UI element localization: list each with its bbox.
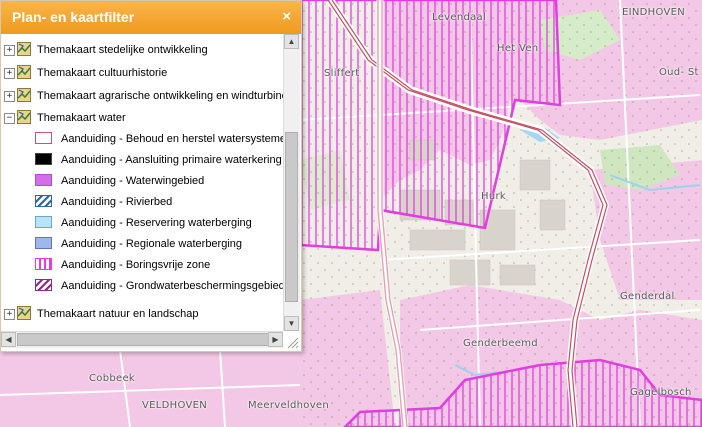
panel-header[interactable]: Plan- en kaartfilter × (1, 1, 301, 34)
legend-item-regionale-waterberging[interactable]: Aanduiding - Regionale waterberging (1, 234, 283, 254)
horizontal-scroll-thumb[interactable] (17, 333, 272, 346)
theme-label[interactable]: Themakaart stedelijke ontwikkeling (37, 44, 208, 56)
layer-filter-panel: Plan- en kaartfilter × + Themakaart sted… (0, 0, 302, 352)
legend-label: Aanduiding - Behoud en herstel watersyst… (61, 133, 283, 145)
legend-item-behoud-herstel-watersystemen[interactable]: Aanduiding - Behoud en herstel watersyst… (1, 129, 283, 149)
legend-item-aansluiting-primaire-waterkering[interactable]: Aanduiding - Aansluiting primaire waterk… (1, 150, 283, 170)
close-icon[interactable]: × (282, 8, 291, 25)
legend-label: Aanduiding - Boringsvrije zone (61, 259, 211, 271)
theme-row-water[interactable]: − Themakaart water (1, 108, 283, 128)
legend-item-waterwingebied[interactable]: Aanduiding - Waterwingebied (1, 171, 283, 191)
legend-label: Aanduiding - Grondwaterbeschermingsgebie… (61, 280, 283, 292)
place-label-sliffert: Sliffert (324, 68, 360, 79)
map-layer-icon (17, 88, 31, 102)
place-label-eindhoven: EINDHOVEN (622, 7, 686, 18)
map-layer-icon (17, 42, 31, 56)
legend-swatch (35, 195, 52, 207)
place-label-genderdal: Genderdal (620, 291, 675, 302)
collapse-icon[interactable]: − (4, 113, 15, 124)
layer-tree: + Themakaart stedelijke ontwikkeling + T… (1, 34, 283, 331)
horizontal-scrollbar[interactable]: ◀ ▶ (1, 331, 283, 348)
panel-title: Plan- en kaartfilter (12, 9, 135, 25)
legend-swatch (35, 132, 52, 144)
vertical-scroll-thumb[interactable] (285, 132, 298, 302)
legend-swatch (35, 237, 52, 249)
legend-swatch (35, 258, 52, 270)
theme-label[interactable]: Themakaart cultuurhistorie (37, 67, 167, 79)
legend-label: Aanduiding - Regionale waterberging (61, 238, 243, 250)
place-label-genderbeemd: Genderbeemd (463, 338, 538, 349)
map-layer-icon (17, 110, 31, 124)
theme-row-cultuurhistorie[interactable]: + Themakaart cultuurhistorie (1, 63, 283, 83)
legend-swatch (35, 279, 52, 291)
map-layer-icon (17, 65, 31, 79)
legend-label: Aanduiding - Reservering waterberging (61, 217, 252, 229)
theme-row-agrarische-ontwikkeling[interactable]: + Themakaart agrarische ontwikkeling en … (1, 86, 283, 106)
place-label-cobbeek: Cobbeek (89, 373, 135, 384)
legend-label: Aanduiding - Waterwingebied (61, 175, 205, 187)
theme-row-stedelijke-ontwikkeling[interactable]: + Themakaart stedelijke ontwikkeling (1, 40, 283, 60)
expand-icon[interactable]: + (4, 45, 15, 56)
scroll-right-icon[interactable]: ▶ (268, 332, 283, 347)
place-label-oud-str: Oud- St (659, 67, 699, 78)
legend-item-boringsvrije-zone[interactable]: Aanduiding - Boringsvrije zone (1, 255, 283, 275)
legend-item-reservering-waterberging[interactable]: Aanduiding - Reservering waterberging (1, 213, 283, 233)
place-label-gagelbosch: Gagelbosch (630, 387, 692, 398)
scroll-down-icon[interactable]: ▼ (284, 316, 299, 331)
map-layer-icon (17, 306, 31, 320)
legend-swatch (35, 174, 52, 186)
expand-icon[interactable]: + (4, 68, 15, 79)
expand-icon[interactable]: + (4, 309, 15, 320)
legend-swatch (35, 216, 52, 228)
theme-label[interactable]: Themakaart water (37, 112, 126, 124)
place-label-veldhoven: VELDHOVEN (142, 400, 207, 411)
legend-label: Aanduiding - Aansluiting primaire waterk… (61, 154, 282, 166)
place-label-meerveldhoven: Meerveldhoven (248, 400, 330, 411)
scroll-left-icon[interactable]: ◀ (1, 332, 16, 347)
place-label-het-ven: Het Ven (497, 43, 539, 54)
legend-swatch (35, 153, 52, 165)
theme-label[interactable]: Themakaart agrarische ontwikkeling en wi… (37, 90, 283, 102)
scroll-up-icon[interactable]: ▲ (284, 34, 299, 49)
resize-grip-icon[interactable] (285, 335, 299, 349)
vertical-scrollbar[interactable]: ▲ ▼ (283, 34, 300, 331)
legend-item-grondwaterbeschermingsgebied[interactable]: Aanduiding - Grondwaterbeschermingsgebie… (1, 276, 283, 296)
expand-icon[interactable]: + (4, 91, 15, 102)
legend-label: Aanduiding - Rivierbed (61, 196, 173, 208)
place-label-levendaal: Levendaal (432, 12, 487, 23)
legend-item-rivierbed[interactable]: Aanduiding - Rivierbed (1, 192, 283, 212)
theme-row-natuur-landschap[interactable]: + Themakaart natuur en landschap (1, 304, 283, 324)
place-label-hurk: Hurk (481, 191, 506, 202)
theme-label[interactable]: Themakaart natuur en landschap (37, 308, 198, 320)
